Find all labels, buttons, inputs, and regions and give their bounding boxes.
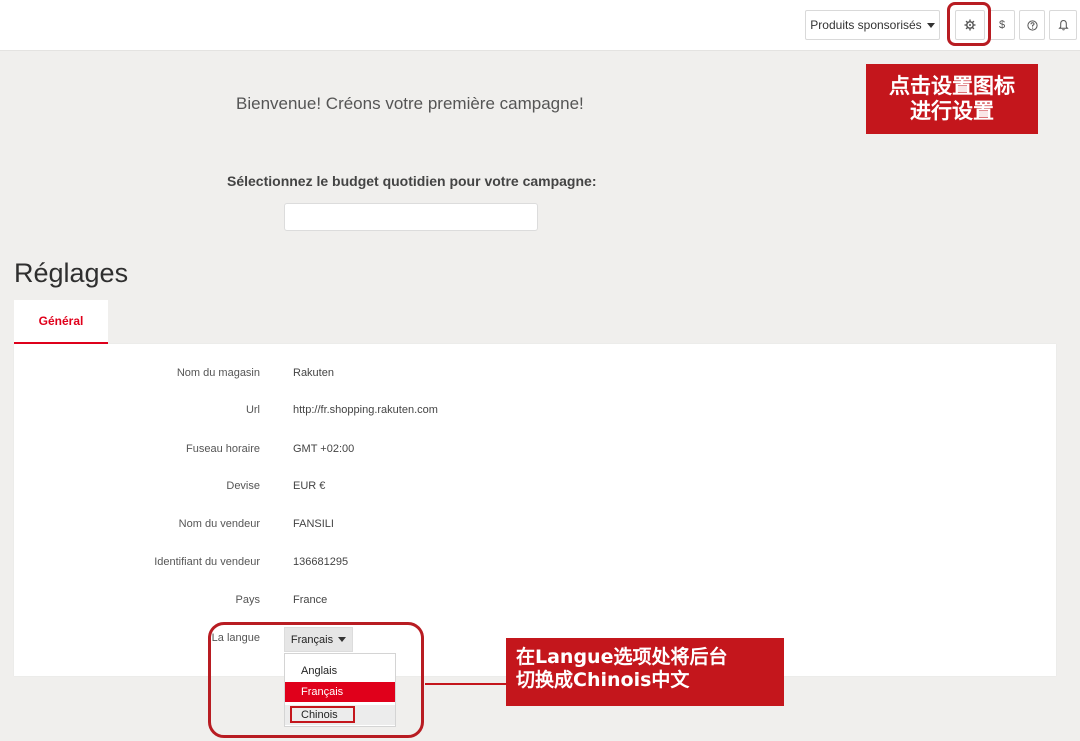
language-highlight-box xyxy=(208,622,424,738)
notifications-button[interactable] xyxy=(1049,10,1077,40)
value-vendor-name: FANSILI xyxy=(293,518,334,530)
top-bar: Produits sponsorisés $ xyxy=(0,0,1080,51)
label-store-name: Nom du magasin xyxy=(176,367,260,379)
value-url: http://fr.shopping.rakuten.com xyxy=(293,404,438,416)
page-title: Réglages xyxy=(14,258,129,288)
help-button[interactable] xyxy=(1019,10,1045,40)
label-vendor-name: Nom du vendeur xyxy=(178,518,260,530)
welcome-heading: Bienvenue! Créons votre première campagn… xyxy=(236,94,584,113)
dollar-icon: $ xyxy=(998,19,1006,31)
help-icon xyxy=(1026,19,1038,31)
label-url: Url xyxy=(245,404,260,416)
label-currency: Devise xyxy=(226,480,260,492)
value-currency: EUR € xyxy=(293,480,326,492)
label-vendor-id: Identifiant du vendeur xyxy=(154,556,260,568)
gear-callout: 点击设置图标 进行设置 xyxy=(866,64,1038,134)
value-timezone: GMT +02:00 xyxy=(293,443,355,455)
value-vendor-id: 136681295 xyxy=(293,556,349,568)
billing-button[interactable]: $ xyxy=(989,10,1015,40)
bell-icon xyxy=(1057,19,1069,31)
budget-input[interactable] xyxy=(284,203,538,231)
callout-connector-line xyxy=(425,683,507,685)
product-selector-label: Produits sponsorisés xyxy=(810,18,922,32)
tab-general[interactable]: Général xyxy=(14,300,108,344)
value-store-name: Rakuten xyxy=(293,367,334,379)
gear-highlight-box xyxy=(947,2,991,46)
settings-panel xyxy=(14,344,1056,676)
product-selector-button[interactable]: Produits sponsorisés xyxy=(805,10,940,40)
budget-label: Sélectionnez le budget quotidien pour vo… xyxy=(227,173,597,189)
chevron-down-icon xyxy=(926,22,935,28)
value-country: France xyxy=(293,594,328,606)
label-timezone: Fuseau horaire xyxy=(186,443,260,455)
label-country: Pays xyxy=(235,594,260,606)
language-callout: 在Langue选项处将后台 切换成Chinois中文 xyxy=(506,638,784,706)
